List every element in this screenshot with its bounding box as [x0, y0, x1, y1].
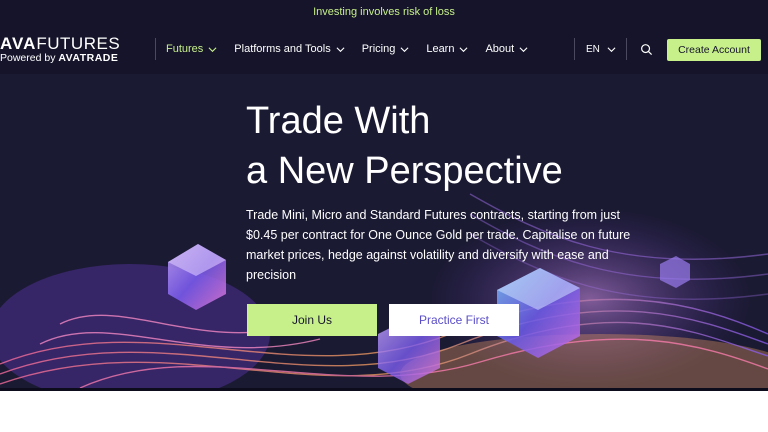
logo-avatrade-text: AVATRADE: [58, 52, 119, 64]
nav-item-label: Futures: [166, 43, 204, 55]
chevron-down-icon: [400, 46, 409, 52]
nav-item-about[interactable]: About: [485, 43, 528, 55]
nav-divider: [574, 38, 575, 60]
practice-first-button[interactable]: Practice First: [389, 304, 519, 336]
hero-title-line-2: a New Perspective: [246, 150, 563, 192]
nav-item-pricing[interactable]: Pricing: [362, 43, 410, 55]
chevron-down-icon: [208, 46, 217, 52]
risk-warning-banner: Investing involves risk of loss: [0, 0, 768, 24]
create-account-button[interactable]: Create Account: [667, 39, 761, 61]
risk-warning-text: Investing involves risk of loss: [313, 6, 455, 18]
logo-futures-text: FUTURES: [36, 34, 121, 53]
nav-divider: [155, 38, 156, 60]
hero-section: Trade With a New Perspective Trade Mini,…: [0, 74, 768, 388]
hero-title: Trade With a New Perspective: [246, 96, 563, 196]
chevron-down-icon: [336, 46, 345, 52]
logo-powered-text: Powered by: [0, 52, 59, 64]
nav-item-label: Learn: [426, 43, 455, 55]
logo-ava-text: AVA: [0, 34, 37, 53]
ava-futures-logo[interactable]: AVAFUTURES Powered by AVATRADE: [0, 34, 145, 66]
chevron-down-icon: [459, 46, 468, 52]
chevron-down-icon: [607, 46, 616, 52]
chevron-down-icon: [519, 46, 528, 52]
main-nav: Futures Platforms and Tools Pricing Lear…: [166, 24, 545, 74]
join-us-button[interactable]: Join Us: [247, 304, 377, 336]
nav-item-futures[interactable]: Futures: [166, 43, 217, 55]
hero-bottom-border: [0, 388, 768, 391]
search-icon[interactable]: [640, 43, 653, 56]
language-selector[interactable]: EN: [586, 24, 616, 74]
site-header: AVAFUTURES Powered by AVATRADE Futures P…: [0, 24, 768, 74]
nav-item-platforms-and-tools[interactable]: Platforms and Tools: [234, 43, 345, 55]
hero-description: Trade Mini, Micro and Standard Futures c…: [246, 208, 631, 282]
nav-item-learn[interactable]: Learn: [426, 43, 468, 55]
nav-divider: [626, 38, 627, 60]
nav-item-label: About: [485, 43, 515, 55]
language-label: EN: [586, 43, 600, 55]
nav-item-label: Pricing: [361, 43, 396, 55]
hero-title-line-1: Trade With: [246, 100, 431, 142]
nav-item-label: Platforms and Tools: [234, 43, 331, 55]
